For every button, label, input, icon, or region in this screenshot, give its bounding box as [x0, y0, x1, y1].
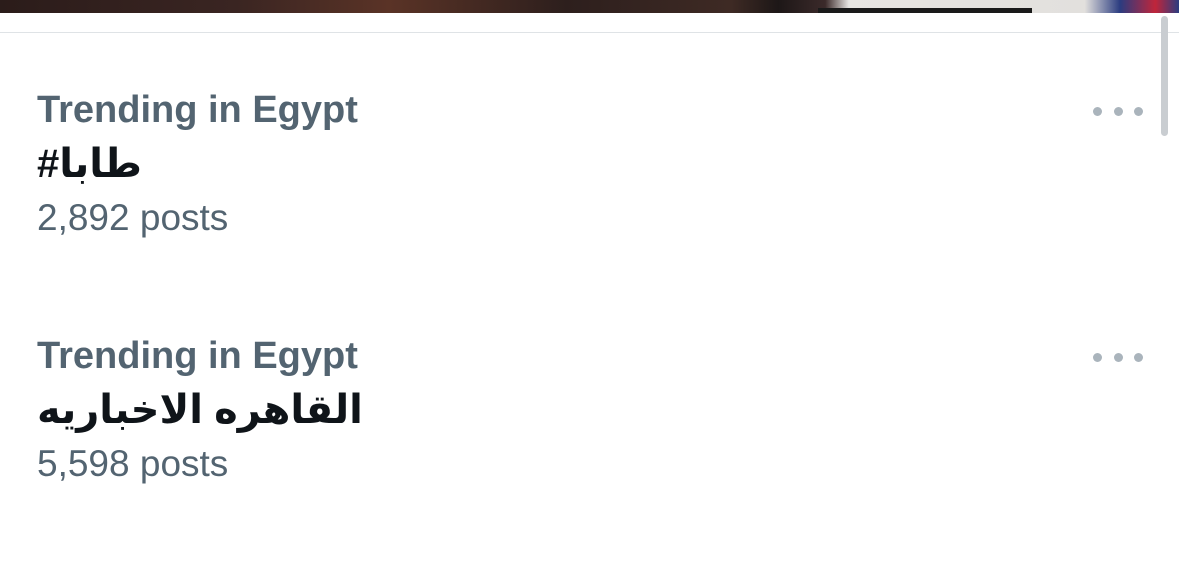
trend-context: Trending in Egypt [37, 335, 358, 377]
scrollbar[interactable] [1161, 16, 1168, 136]
more-horizontal-icon [1134, 106, 1143, 116]
trend-name: طابا# [37, 142, 142, 186]
trend-name: القاهره الاخباريه [37, 388, 363, 432]
media-image-strip[interactable] [0, 0, 1179, 13]
trend-item[interactable]: Trending in Egypt القاهره الاخباريه 5,59… [37, 334, 1147, 486]
section-divider [0, 32, 1179, 33]
more-horizontal-icon [1093, 352, 1102, 362]
trends-page: Trending in Egypt طابا# 2,892 posts Tren… [0, 0, 1179, 564]
trend-post-count: 5,598 posts [37, 443, 229, 484]
more-horizontal-icon [1113, 352, 1123, 362]
more-horizontal-icon [1113, 106, 1123, 116]
more-options-button[interactable] [1093, 344, 1143, 370]
trend-context: Trending in Egypt [37, 89, 358, 131]
more-horizontal-icon [1093, 106, 1102, 116]
trend-post-count: 2,892 posts [37, 197, 229, 238]
media-image-detail [818, 8, 1032, 13]
more-horizontal-icon [1134, 352, 1143, 362]
more-options-button[interactable] [1093, 98, 1143, 124]
trend-item[interactable]: Trending in Egypt طابا# 2,892 posts [37, 88, 1147, 240]
